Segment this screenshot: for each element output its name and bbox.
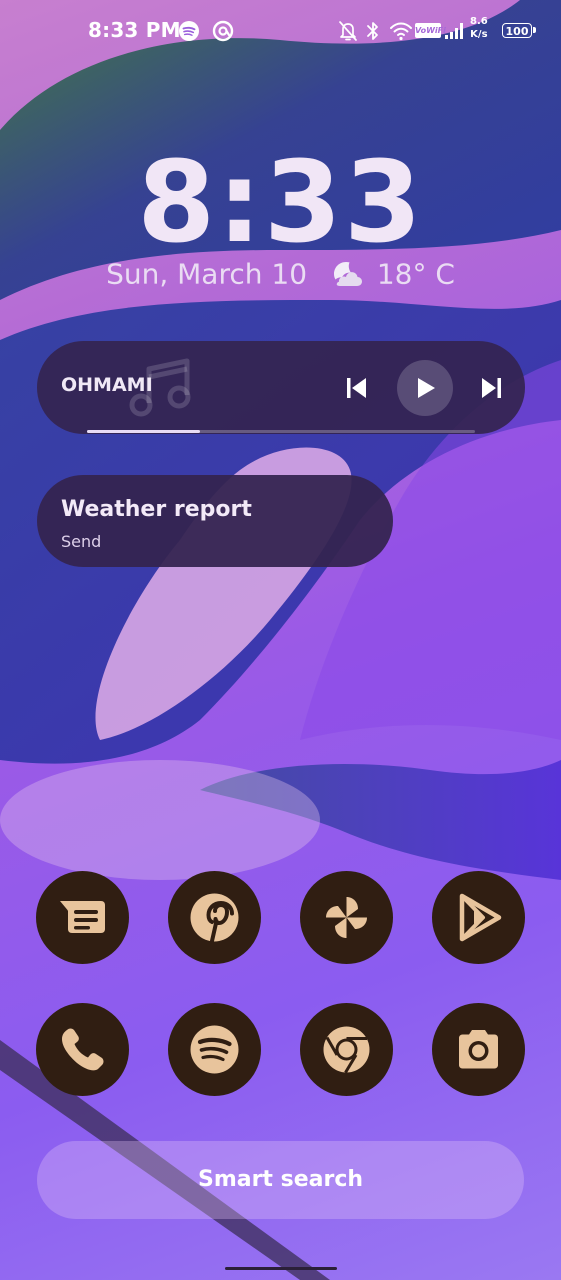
wifi-icon <box>390 22 412 41</box>
battery-indicator: 100 <box>502 23 536 38</box>
bluetooth-icon <box>367 22 378 40</box>
network-speed-value: 8.6 <box>470 16 488 27</box>
pinterest-app[interactable] <box>168 871 261 964</box>
date-weather-row: Sun, March 10 18° C <box>0 256 561 291</box>
media-title: OHMAMI <box>61 374 153 396</box>
bell-off-icon <box>339 21 357 41</box>
phone-app[interactable] <box>36 1003 129 1096</box>
camera-icon <box>459 1030 498 1069</box>
signal-icon <box>445 23 463 39</box>
chrome-icon <box>323 1026 370 1074</box>
play-store-app[interactable] <box>432 871 525 964</box>
vowifi-badge: VoWiFi <box>415 23 446 38</box>
network-speed-unit: K/s <box>470 29 488 40</box>
home-indicator[interactable] <box>225 1267 337 1270</box>
pinwheel-app[interactable] <box>300 871 393 964</box>
weather-notification[interactable]: Weather report Send <box>37 475 393 567</box>
at-sign-icon <box>212 20 234 42</box>
smart-search-button[interactable]: Smart search <box>37 1141 524 1219</box>
lock-screen: 8:33 PM VoWiFi 8.6 K/s 100 8:33 Sun, Mar… <box>0 0 561 1280</box>
pinwheel-icon <box>326 897 367 938</box>
play-button[interactable] <box>397 360 453 416</box>
media-progress-bar[interactable] <box>87 430 475 433</box>
camera-app[interactable] <box>432 1003 525 1096</box>
spotify-app[interactable] <box>168 1003 261 1096</box>
notification-title: Weather report <box>61 497 252 522</box>
moon-cloud-icon <box>333 262 362 286</box>
chrome-app[interactable] <box>300 1003 393 1096</box>
chat-icon <box>60 901 105 933</box>
next-icon[interactable] <box>479 371 505 405</box>
notification-subtitle: Send <box>61 532 102 551</box>
spotify-icon <box>190 1025 239 1074</box>
media-player-card[interactable]: OHMAMI <box>37 341 525 434</box>
messages-app[interactable] <box>36 871 129 964</box>
play-store-icon <box>459 893 502 942</box>
previous-icon[interactable] <box>343 371 369 405</box>
status-bar: 8:33 PM VoWiFi 8.6 K/s 100 <box>0 0 561 64</box>
pinterest-icon <box>190 893 239 943</box>
phone-icon <box>62 1028 104 1071</box>
network-speed: 8.6 K/s <box>470 15 488 41</box>
lockscreen-temperature: 18° C <box>376 257 455 291</box>
media-progress-fill <box>87 430 200 433</box>
spotify-icon <box>179 21 199 41</box>
status-time: 8:33 PM <box>88 18 181 42</box>
play-icon <box>418 378 435 398</box>
lockscreen-date: Sun, March 10 <box>106 257 308 291</box>
